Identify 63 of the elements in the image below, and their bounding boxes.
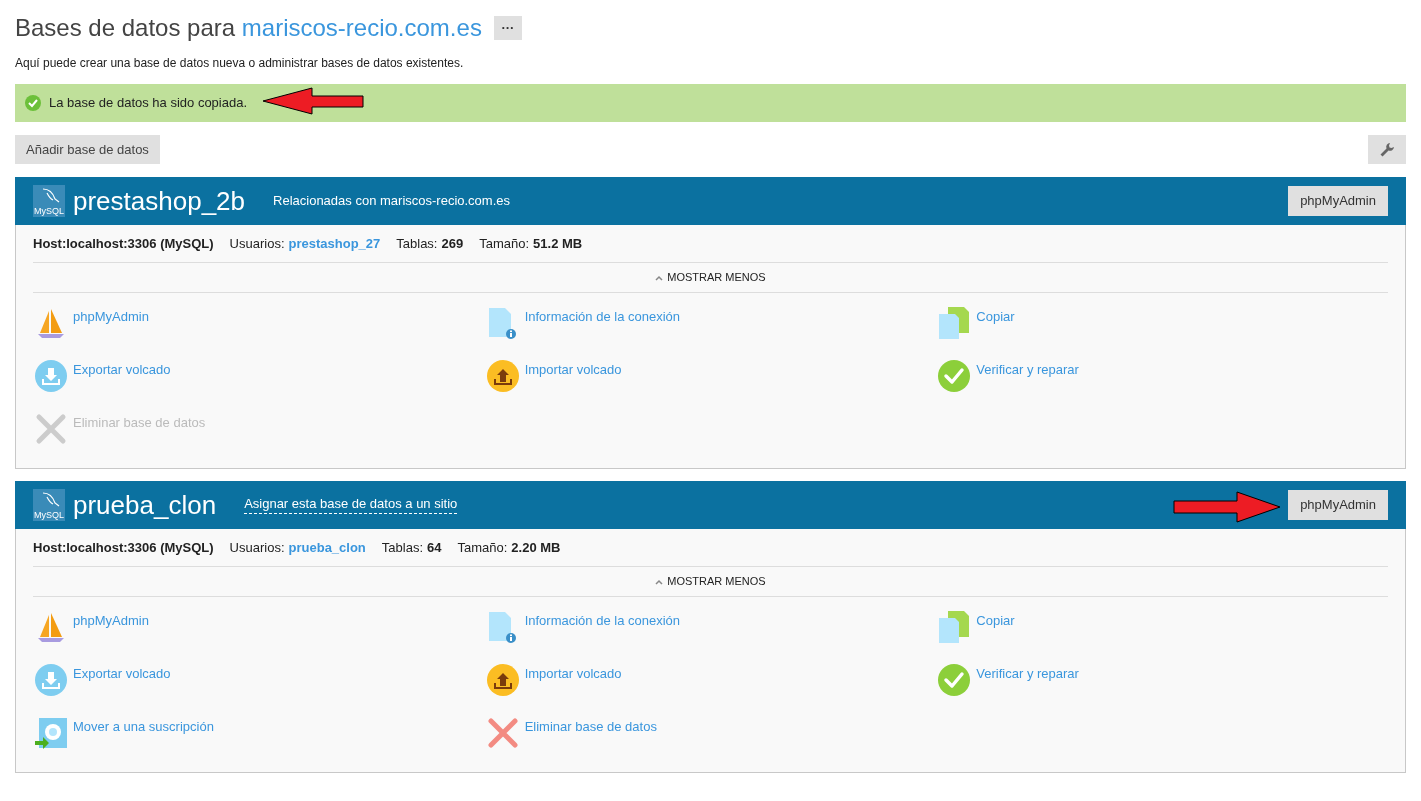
size-value: 2.20 MB (511, 538, 561, 557)
action-link[interactable]: Copiar (976, 613, 1015, 630)
tables-label: Tablas: (381, 538, 423, 557)
action-link[interactable]: Importar volcado (524, 362, 622, 379)
action-link[interactable]: Información de la conexión (524, 309, 681, 326)
settings-button[interactable] (1368, 135, 1406, 164)
copy-documents-icon (938, 307, 971, 339)
database-name: prueba_clon (73, 492, 217, 518)
users-label: Usuarios: (229, 538, 285, 557)
tables-value: 64 (427, 538, 442, 557)
users-label: Usuarios: (229, 234, 285, 253)
cross-icon (35, 413, 67, 445)
action-link[interactable]: Copiar (976, 309, 1015, 326)
cross-icon (486, 717, 519, 749)
copy-documents-icon (938, 611, 971, 643)
action-link[interactable]: Mover a una suscripción (73, 719, 214, 736)
database-name: prestashop_2b (73, 188, 246, 214)
action-link[interactable]: Información de la conexión (524, 613, 681, 630)
user-link[interactable]: prestashop_27 (288, 233, 381, 254)
upload-icon (486, 664, 519, 696)
action-link[interactable]: Eliminar base de datos (524, 719, 657, 736)
related-domain-text: Relacionadas con mariscos-recio.com.es (273, 192, 510, 211)
annotation-arrow-icon (1173, 491, 1281, 523)
caret-icon (655, 578, 664, 585)
message-text: La base de datos ha sido copiada. (49, 94, 248, 113)
host-text: Host:localhost:3306 (MySQL) (33, 538, 214, 557)
checkmark-icon (938, 360, 971, 392)
add-database-button[interactable]: Añadir base de datos (15, 135, 160, 164)
action-link[interactable]: Verificar y reparar (976, 666, 1079, 683)
checkmark-icon (938, 664, 971, 696)
annotation-arrow-icon (262, 87, 364, 115)
mysql-logo-icon: MySQL (33, 185, 65, 217)
action-link[interactable]: Importar volcado (524, 666, 622, 683)
action-link[interactable]: phpMyAdmin (73, 613, 149, 630)
size-label: Tamaño: (457, 538, 508, 557)
mysql-logo-icon: MySQL (33, 489, 65, 521)
caret-icon (655, 274, 664, 281)
user-link[interactable]: prueba_clon (288, 537, 366, 558)
wrench-icon (1379, 141, 1395, 158)
action-link[interactable]: phpMyAdmin (73, 309, 149, 326)
host-text: Host:localhost:3306 (MySQL) (33, 234, 214, 253)
assign-site-link[interactable]: Asignar esta base de datos a un sitio (244, 496, 458, 514)
download-icon (35, 664, 67, 696)
upload-icon (486, 360, 519, 392)
document-info-icon (486, 611, 519, 643)
download-icon (35, 360, 67, 392)
show-less-toggle[interactable]: MOSTRAR MENOS (655, 573, 766, 590)
tables-value: 269 (441, 234, 464, 253)
phpmyadmin-button[interactable]: phpMyAdmin (1288, 186, 1388, 216)
domain-link[interactable]: mariscos-recio.com.es (241, 14, 482, 41)
action-link[interactable]: Exportar volcado (73, 362, 171, 379)
action-link[interactable]: Exportar volcado (73, 666, 171, 683)
checkmark-icon (25, 95, 41, 111)
description-text: Aquí puede crear una base de datos nueva o administrar bases de datos existentes. (15, 55, 465, 72)
action-link[interactable]: Verificar y reparar (976, 362, 1079, 379)
document-info-icon (486, 307, 519, 339)
size-value: 51.2 MB (533, 234, 583, 253)
page-title: Bases de datos para mariscos-recio.com.es (15, 13, 482, 43)
size-label: Tamaño: (479, 234, 530, 253)
phpmyadmin-button[interactable]: phpMyAdmin (1288, 490, 1388, 520)
show-less-toggle[interactable]: MOSTRAR MENOS (655, 269, 766, 286)
tables-label: Tablas: (396, 234, 438, 253)
more-button[interactable]: ··· (493, 16, 522, 40)
